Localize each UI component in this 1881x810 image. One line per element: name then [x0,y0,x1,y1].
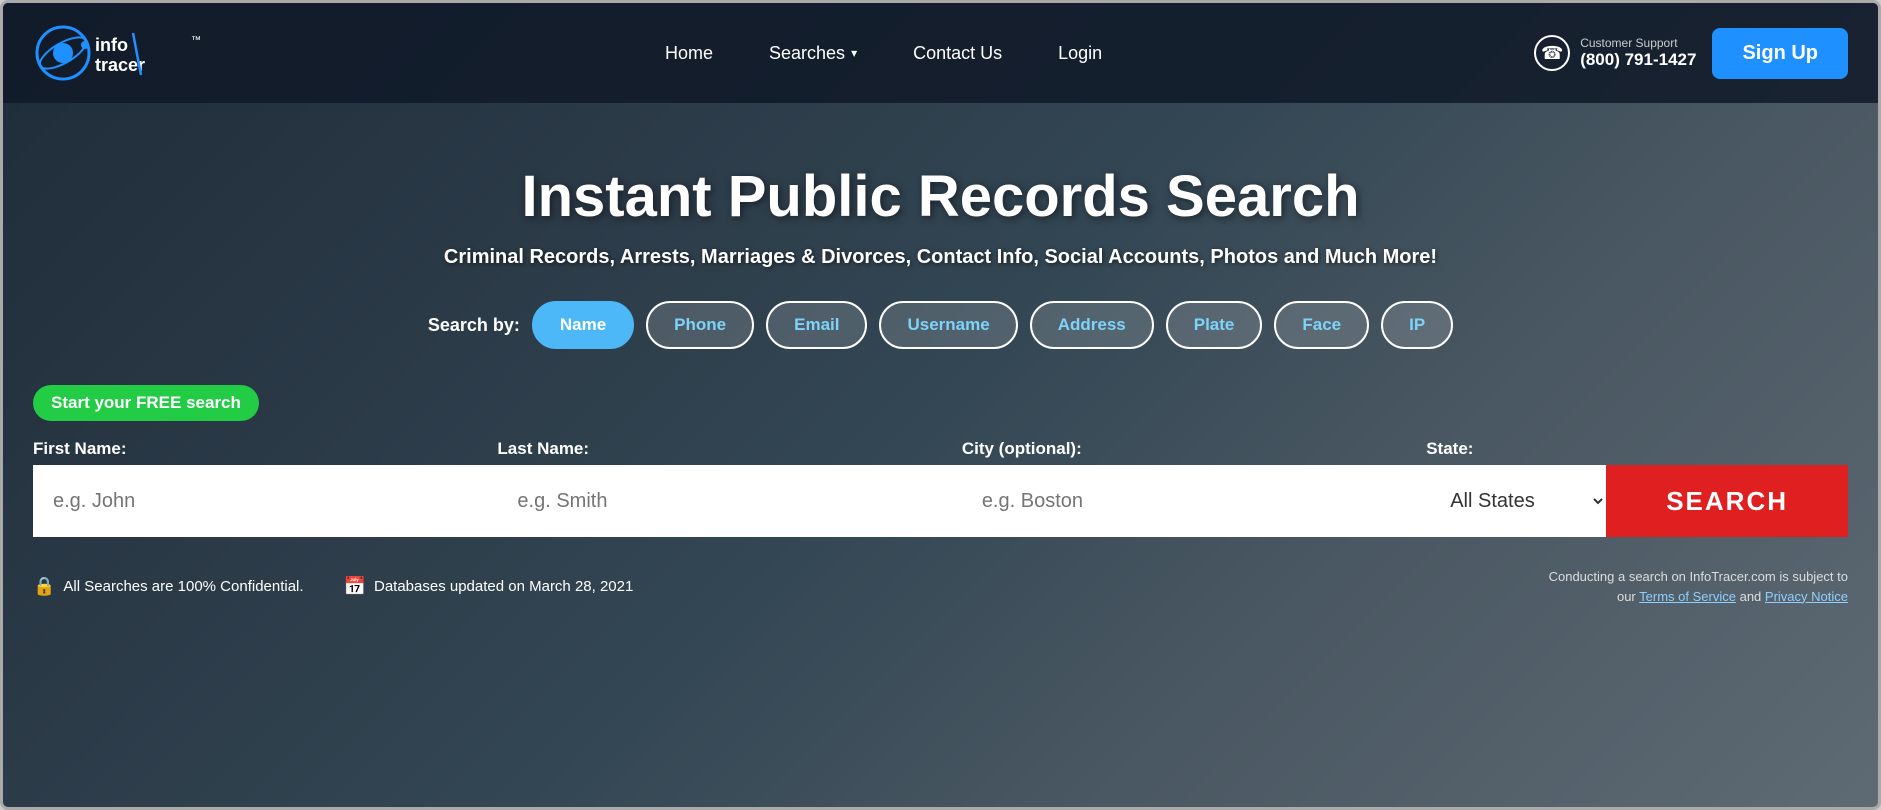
first-name-field: First Name: [33,439,497,537]
confidential-text: All Searches are 100% Confidential. [63,578,303,595]
state-label: State: [1426,439,1606,459]
tab-email[interactable]: Email [766,301,867,349]
state-select[interactable]: All States Alabama Alaska Arizona Califo… [1426,465,1606,537]
tab-phone[interactable]: Phone [646,301,754,349]
svg-text:info: info [95,35,128,55]
tab-address[interactable]: Address [1030,301,1154,349]
confidential-item: 🔒 All Searches are 100% Confidential. [33,576,304,597]
first-name-input[interactable] [33,465,497,537]
nav-right: ☎ Customer Support (800) 791-1427 Sign U… [1534,28,1848,79]
logo-svg: info tracer ™ [33,23,233,83]
hero-content: Instant Public Records Search Criminal R… [3,103,1878,385]
footer-left: 🔒 All Searches are 100% Confidential. 📅 … [33,576,633,597]
state-field: State: All States Alabama Alaska Arizona… [1426,439,1606,537]
footer-bar: 🔒 All Searches are 100% Confidential. 📅 … [3,557,1878,616]
free-search-badge: Start your FREE search [33,385,259,421]
city-input[interactable] [962,465,1426,537]
privacy-link[interactable]: Privacy Notice [1765,589,1848,604]
navbar: info tracer ™ Home Searches ▾ Contact Us… [3,3,1878,103]
lock-icon: 🔒 [33,576,55,597]
last-name-field: Last Name: [497,439,961,537]
search-by-label: Search by: [428,315,520,336]
last-name-input[interactable] [497,465,961,537]
footer-right: Conducting a search on InfoTracer.com is… [1528,567,1848,606]
and-text: and [1740,589,1762,604]
city-field: City (optional): [962,439,1426,537]
search-form-area: Start your FREE search First Name: Last … [3,385,1878,557]
support-phone: (800) 791-1427 [1580,50,1696,70]
nav-searches[interactable]: Searches ▾ [741,3,885,103]
tab-face[interactable]: Face [1274,301,1369,349]
city-label: City (optional): [962,439,1426,459]
last-name-label: Last Name: [497,439,961,459]
database-text: Databases updated on March 28, 2021 [374,578,633,595]
tab-plate[interactable]: Plate [1166,301,1263,349]
database-item: 📅 Databases updated on March 28, 2021 [344,576,634,597]
tab-username[interactable]: Username [879,301,1017,349]
svg-text:™: ™ [191,35,201,46]
support-area: ☎ Customer Support (800) 791-1427 [1534,35,1696,71]
hero-title: Instant Public Records Search [43,163,1838,230]
first-name-label: First Name: [33,439,497,459]
support-label: Customer Support [1580,36,1696,50]
searches-chevron-icon: ▾ [851,46,857,60]
nav-home[interactable]: Home [637,3,741,103]
tos-link[interactable]: Terms of Service [1639,589,1736,604]
nav-links: Home Searches ▾ Contact Us Login [637,3,1130,103]
tab-ip[interactable]: IP [1381,301,1453,349]
signup-button[interactable]: Sign Up [1712,28,1848,79]
search-by-row: Search by: Name Phone Email Username Add… [43,301,1838,349]
phone-icon: ☎ [1534,35,1570,71]
nav-contact[interactable]: Contact Us [885,3,1030,103]
search-form-row: First Name: Last Name: City (optional): … [33,439,1848,537]
support-text: Customer Support (800) 791-1427 [1580,36,1696,70]
calendar-icon: 📅 [344,576,366,597]
hero-subtitle: Criminal Records, Arrests, Marriages & D… [43,246,1838,269]
tab-name[interactable]: Name [532,301,634,349]
page-wrapper: info tracer ™ Home Searches ▾ Contact Us… [0,0,1881,810]
search-button[interactable]: SEARCH [1606,465,1848,537]
nav-login[interactable]: Login [1030,3,1130,103]
logo-area[interactable]: info tracer ™ [33,23,233,83]
